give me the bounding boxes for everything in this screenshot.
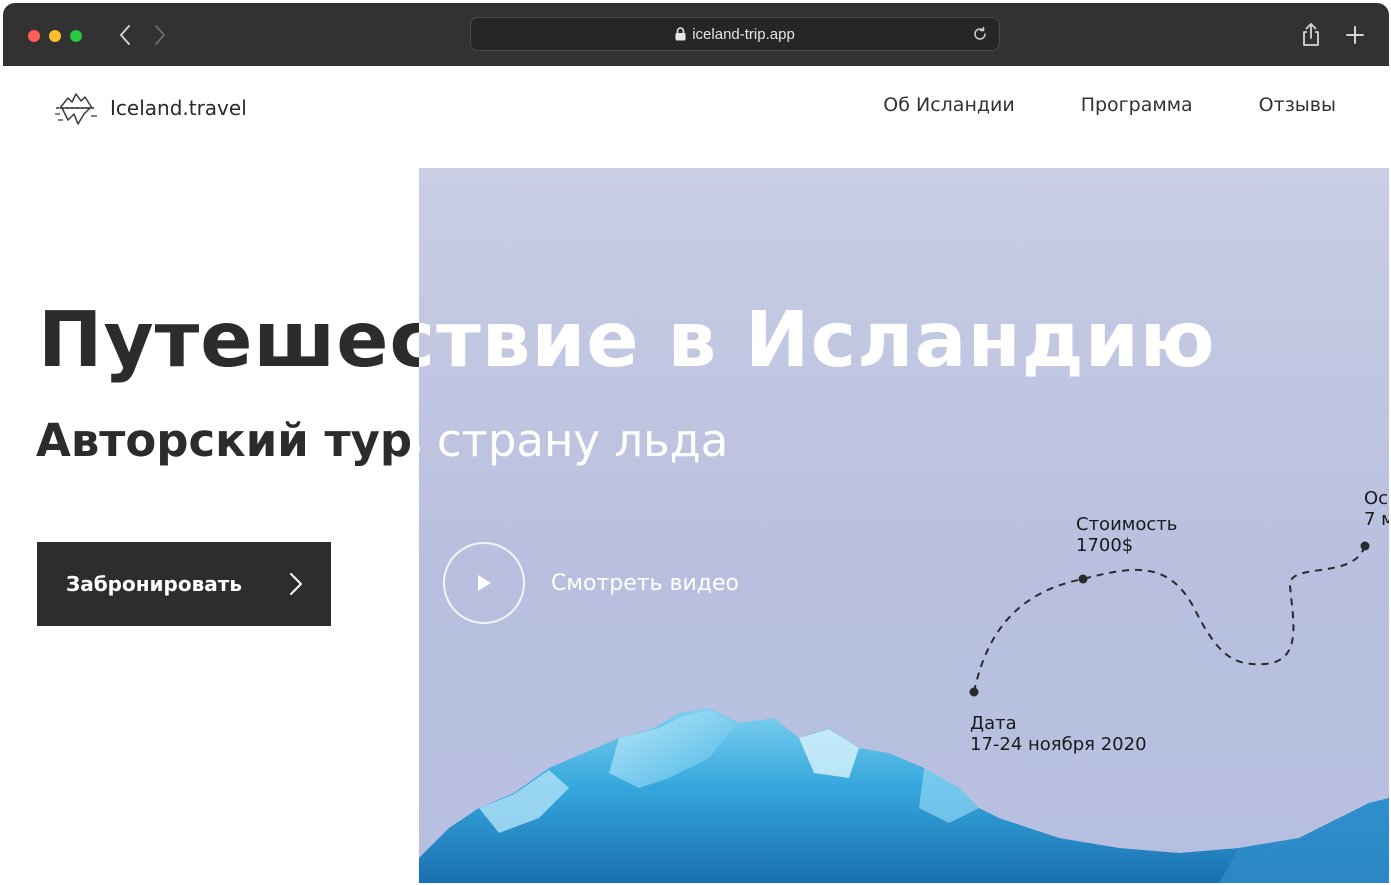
hero-subtitle-overlay: Авторский тур в страну льда: [419, 414, 1389, 474]
minimize-window-button[interactable]: [49, 30, 61, 42]
price-value: 1700$: [1076, 535, 1134, 556]
nav-item-about[interactable]: Об Исландии: [883, 94, 1014, 116]
hero-subtitle-text: Авторский тур в страну льда: [36, 414, 419, 467]
close-window-button[interactable]: [28, 30, 40, 42]
maximize-window-button[interactable]: [70, 30, 82, 42]
hero-title-text: Путешествие в Исландию: [38, 296, 419, 385]
address-bar[interactable]: iceland-trip.app: [470, 17, 1000, 51]
forward-button[interactable]: [148, 21, 172, 49]
chevron-right-icon: [155, 25, 165, 45]
hero-title-overlay: Путешествие в Исландию: [419, 296, 1389, 386]
plus-icon[interactable]: [1343, 21, 1367, 49]
lock-icon: [675, 27, 686, 41]
price-info: Стоимость 1700$: [1076, 514, 1177, 556]
nav-item-reviews[interactable]: Отзывы: [1259, 94, 1336, 116]
route-point-price: [1078, 574, 1088, 584]
main-nav: Об Исландии Программа Отзывы: [883, 94, 1336, 116]
chevron-left-icon: [120, 25, 130, 45]
date-value: 17-24 ноября 2020: [970, 734, 1147, 755]
reload-icon[interactable]: [971, 25, 989, 43]
hero-subtitle-overlay-text: Авторский тур в страну льда: [419, 414, 729, 467]
url-text: iceland-trip.app: [692, 25, 795, 43]
book-button-label: Забронировать: [66, 572, 243, 596]
logo[interactable]: Iceland.travel: [54, 86, 247, 130]
play-icon: [478, 575, 491, 591]
route-point-duration: [1360, 541, 1370, 551]
price-label: Стоимость: [1076, 514, 1178, 535]
route-point-date: [969, 687, 979, 697]
watch-video-label: Смотреть видео: [551, 570, 739, 596]
date-info: Дата 17-24 ноября 2020: [970, 713, 1147, 755]
browser-toolbar: iceland-trip.app: [3, 3, 1389, 66]
logo-text: Iceland.travel: [110, 96, 247, 120]
duration-info: Ос 7 м: [1364, 488, 1389, 530]
hero-subtitle: Авторский тур в страну льда: [3, 414, 419, 474]
hero-title-overlay-text: Путешествие в Исландию: [419, 296, 1216, 385]
back-button[interactable]: [113, 21, 137, 49]
duration-label: Ос: [1364, 488, 1389, 509]
page: Iceland.travel Об Исландии Программа Отз…: [3, 66, 1389, 883]
iceberg-logo-icon: [55, 93, 97, 125]
duration-value: 7 м: [1364, 509, 1389, 530]
watch-video-button[interactable]: Смотреть видео: [443, 542, 739, 624]
share-icon[interactable]: [1299, 21, 1323, 49]
hero-title: Путешествие в Исландию: [3, 296, 419, 386]
date-label: Дата: [970, 713, 1017, 734]
nav-item-program[interactable]: Программа: [1081, 94, 1193, 116]
play-button[interactable]: [443, 542, 525, 624]
book-button[interactable]: Забронировать: [37, 542, 331, 626]
route-line: [969, 541, 1370, 697]
chevron-right-icon: [290, 573, 302, 595]
